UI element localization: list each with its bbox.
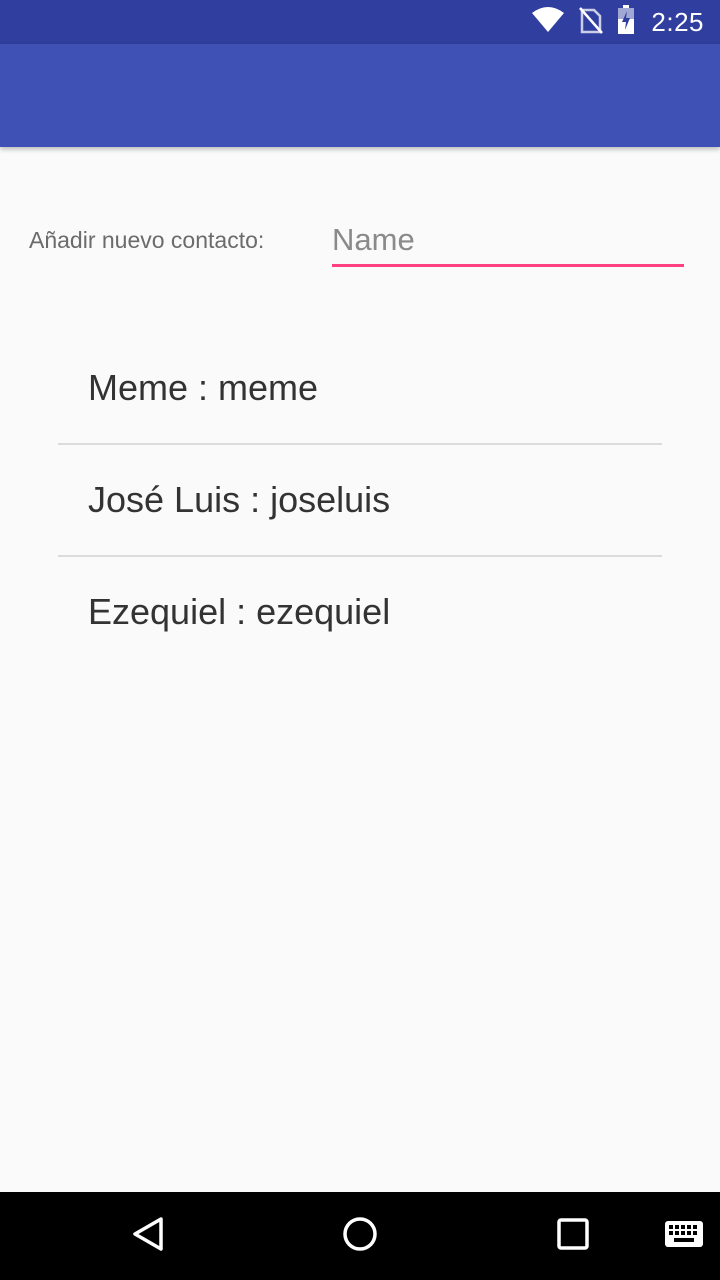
- wifi-icon: [531, 6, 565, 38]
- name-field[interactable]: [332, 215, 684, 267]
- battery-charging-icon: [617, 4, 635, 40]
- keyboard-icon: [664, 1220, 704, 1253]
- no-sim-icon: [579, 6, 604, 39]
- contact-list-item[interactable]: Ezequiel : ezequiel: [58, 557, 662, 667]
- status-icons: 2:25: [531, 0, 704, 44]
- name-input[interactable]: [332, 215, 684, 264]
- keyboard-button[interactable]: [634, 1192, 720, 1280]
- navigation-bar: [0, 1192, 720, 1280]
- main-content: Añadir nuevo contacto: Meme : meme José …: [0, 147, 720, 1192]
- home-icon: [341, 1215, 379, 1258]
- back-icon: [131, 1216, 165, 1257]
- contact-list: Meme : meme José Luis : joseluis Ezequie…: [58, 333, 662, 667]
- status-bar: 2:25: [0, 0, 720, 44]
- contact-list-item[interactable]: José Luis : joseluis: [58, 445, 662, 557]
- back-button[interactable]: [98, 1192, 198, 1280]
- home-button[interactable]: [310, 1192, 410, 1280]
- recents-button[interactable]: [523, 1192, 623, 1280]
- add-contact-label: Añadir nuevo contacto:: [29, 227, 265, 253]
- contact-list-item[interactable]: Meme : meme: [58, 333, 662, 445]
- status-time: 2:25: [651, 6, 704, 37]
- app-bar: [0, 44, 720, 147]
- screen: 2:25 Añadir nuevo contacto: Meme : meme …: [0, 0, 720, 1280]
- recents-icon: [556, 1217, 590, 1256]
